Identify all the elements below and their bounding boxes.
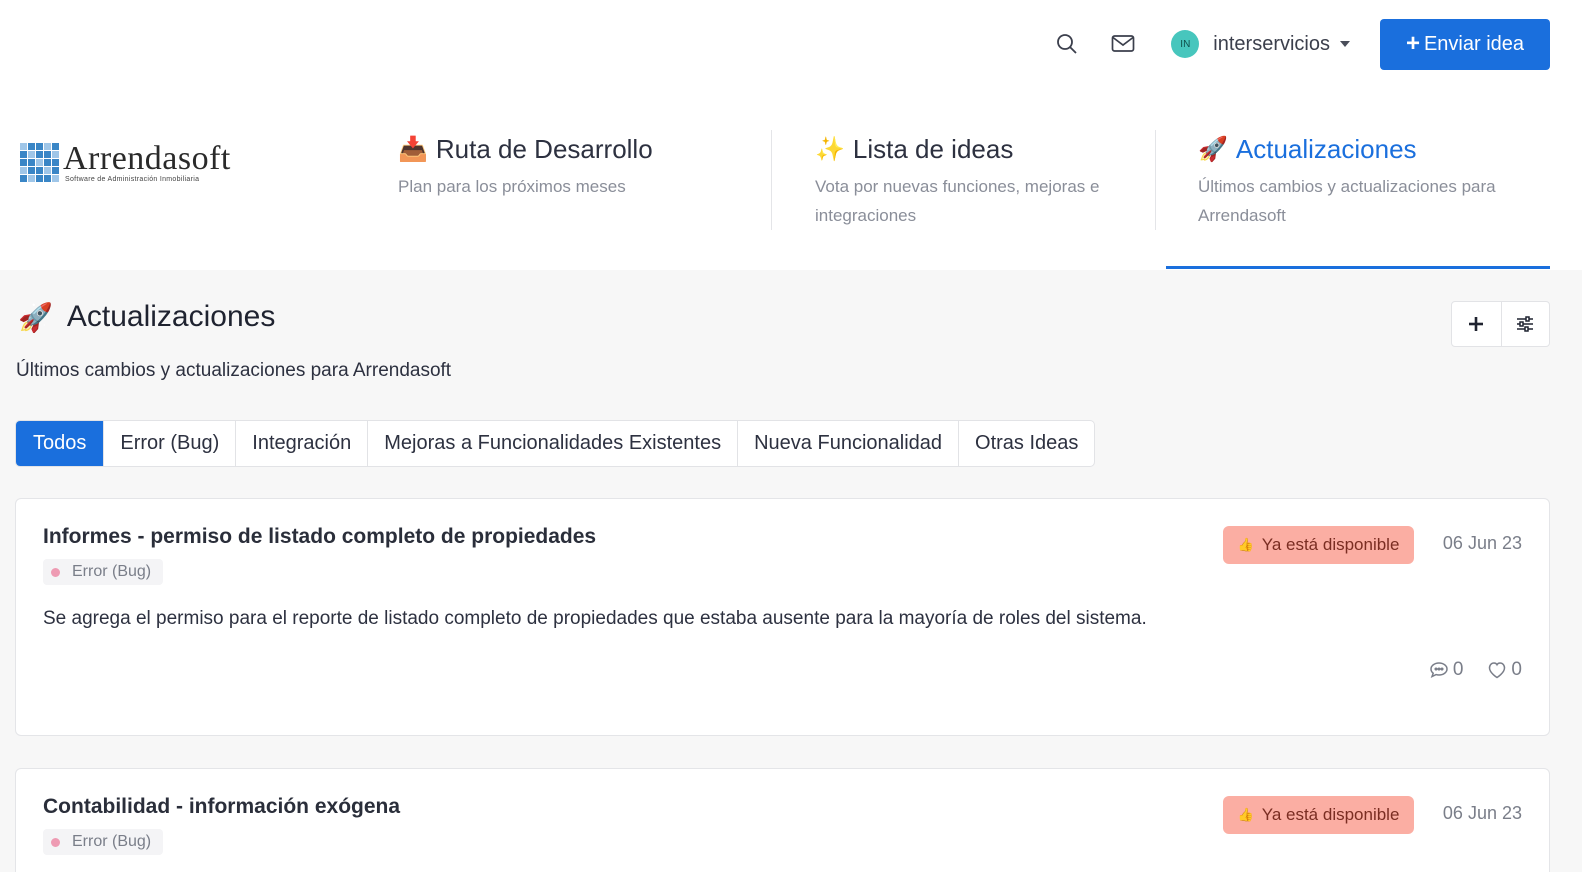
nav-divider <box>771 130 772 230</box>
nav-tab-roadmap[interactable]: 📥 Ruta de Desarrollo Plan para los próxim… <box>398 130 738 230</box>
inbox-tray-icon: 📥 <box>398 135 428 163</box>
post-stats: 0 0 <box>1429 659 1522 681</box>
tag-dot-icon <box>51 567 60 577</box>
post-card[interactable]: Contabilidad - información exógena Error… <box>15 768 1550 872</box>
post-title[interactable]: Contabilidad - información exógena <box>43 795 400 819</box>
mail-icon[interactable] <box>1105 26 1141 62</box>
nav-tab-description: Últimos cambios y actualizaciones para A… <box>1198 177 1496 225</box>
logo-tagline: Software de Administración Inmobiliaria <box>65 176 200 183</box>
user-menu[interactable]: IN interservicios <box>1171 30 1350 58</box>
nav-tab-description: Plan para los próximos meses <box>398 177 626 196</box>
filter-tab-todos[interactable]: Todos <box>16 421 104 466</box>
category-tag-label: Error (Bug) <box>72 563 152 580</box>
status-badge: 👍 Ya está disponible <box>1223 796 1414 834</box>
post-card[interactable]: Informes - permiso de listado completo d… <box>15 498 1550 736</box>
top-bar: IN interservicios + Enviar idea <box>1049 18 1550 70</box>
chevron-down-icon <box>1340 41 1350 47</box>
top-header: IN interservicios + Enviar idea Arrendas… <box>0 0 1582 270</box>
add-post-button[interactable] <box>1452 302 1501 346</box>
post-title[interactable]: Informes - permiso de listado completo d… <box>43 525 596 549</box>
nav-divider <box>1155 130 1156 230</box>
filter-settings-button[interactable] <box>1500 302 1550 346</box>
nav-tab-title: Lista de ideas <box>852 133 1014 164</box>
status-badge: 👍 Ya está disponible <box>1223 526 1414 564</box>
search-icon[interactable] <box>1049 26 1085 62</box>
plus-icon: + <box>1405 30 1420 57</box>
page-description: Últimos cambios y actualizaciones para A… <box>16 360 452 381</box>
status-badge-label: Ya está disponible <box>1261 805 1400 824</box>
filter-tab-other-ideas[interactable]: Otras Ideas <box>958 421 1094 466</box>
page-header: 🚀 Actualizaciones <box>18 300 275 334</box>
comment-icon <box>1430 662 1448 678</box>
logo-name: Arrendasoft <box>63 140 231 177</box>
filter-tab-new-feature[interactable]: Nueva Funcionalidad <box>737 421 958 466</box>
nav-tab-title: Actualizaciones <box>1235 133 1417 164</box>
thumbs-up-icon: 👍 <box>1237 537 1254 552</box>
active-tab-indicator <box>1166 266 1550 269</box>
page-title: Actualizaciones <box>66 300 276 333</box>
nav-tab-ideas[interactable]: ✨ Lista de ideas Vota por nuevas funcione… <box>815 130 1135 230</box>
plus-icon <box>1469 317 1484 331</box>
sliders-icon <box>1517 316 1534 332</box>
rocket-icon: 🚀 <box>18 301 53 333</box>
sparkles-icon: ✨ <box>815 135 845 163</box>
logo-mark-icon <box>20 143 59 182</box>
nav-tab-description: Vota por nuevas funciones, mejoras e int… <box>815 177 1100 225</box>
heart-icon <box>1489 662 1506 679</box>
comments-button[interactable]: 0 <box>1429 659 1464 681</box>
nav-tab-updates[interactable]: 🚀 Actualizaciones Últimos cambios y actua… <box>1198 130 1558 230</box>
post-date: 06 Jun 23 <box>1442 533 1522 553</box>
tag-dot-icon <box>51 837 60 847</box>
page-tools <box>1451 301 1550 347</box>
rocket-icon: 🚀 <box>1198 135 1228 163</box>
filter-tab-bug[interactable]: Error (Bug) <box>103 421 235 466</box>
thumbs-up-icon: 👍 <box>1237 807 1254 822</box>
comment-count: 0 <box>1452 659 1464 680</box>
like-button[interactable]: 0 <box>1487 659 1522 681</box>
post-body: Se agrega el permiso para el reporte de … <box>43 608 1147 629</box>
filter-tab-integration[interactable]: Integración <box>235 421 367 466</box>
post-date: 06 Jun 23 <box>1442 803 1522 823</box>
like-count: 0 <box>1511 659 1522 680</box>
filter-tab-improvements[interactable]: Mejoras a Funcionalidades Existentes <box>367 421 737 466</box>
category-tag[interactable]: Error (Bug) <box>43 559 164 585</box>
category-tag[interactable]: Error (Bug) <box>43 829 164 855</box>
status-badge-label: Ya está disponible <box>1261 535 1400 554</box>
submit-idea-label: Enviar idea <box>1423 32 1525 55</box>
nav-tab-title: Ruta de Desarrollo <box>435 133 653 164</box>
logo[interactable]: Arrendasoft Software de Administración I… <box>20 142 231 183</box>
user-name: interservicios <box>1213 32 1330 55</box>
submit-idea-button[interactable]: + Enviar idea <box>1380 18 1550 70</box>
category-tag-label: Error (Bug) <box>72 833 152 850</box>
category-filter-tabs: Todos Error (Bug) Integración Mejoras a … <box>15 420 1096 467</box>
avatar: IN <box>1171 30 1200 58</box>
